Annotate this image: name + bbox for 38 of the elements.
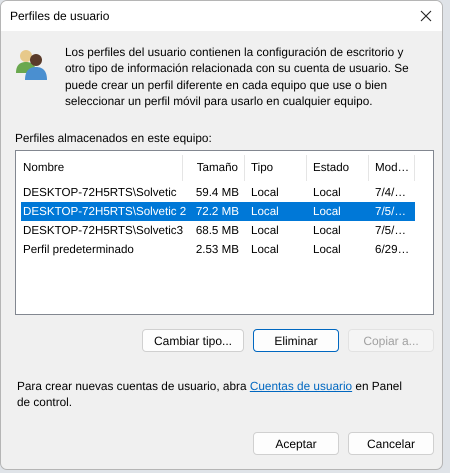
table-row[interactable]: Perfil predeterminado 2.53 MB Local Local 6/29… [21, 240, 415, 260]
column-header[interactable]: Mod… [369, 155, 415, 182]
table-cell-text: Local [312, 224, 342, 238]
table-cell-text: DESKTOP-72H5RTS\Solvetic3 [22, 224, 183, 238]
column-header[interactable]: Estado [307, 155, 369, 182]
table-cell-text: Local [312, 243, 342, 256]
table-row[interactable]: DESKTOP-72H5RTS\Solvetic3 68.5 MB Local Local 7/5/… [21, 221, 415, 240]
table-cell-text: 7/5/… [374, 205, 407, 218]
table-cell-text: Local [312, 186, 342, 200]
window-title: Perfiles de usuario [10, 9, 110, 23]
dialog-button[interactable]: Eliminar [253, 329, 339, 352]
dialog-button[interactable]: Cancelar [348, 432, 434, 456]
table-cell-text: 7/4/… [374, 186, 407, 200]
description-text: Los perfiles del usuario contienen la configuración de escritorio y otro tipo de información relacionada con su cuenta de usuario. Se puede crear un perfil diferente en cada equipo que use o bien seleccionar un perfil móvil para usarlo en cualquier equipo. [65, 44, 410, 110]
table-cell-text: Local [250, 186, 280, 200]
dialog-button[interactable]: Aceptar [253, 432, 339, 456]
table-cell-text: 68.5 MB [194, 224, 240, 238]
users-icon [15, 47, 49, 81]
list-label: Perfiles almacenados en este equipo: [15, 131, 213, 146]
column-header[interactable]: Nombre [21, 155, 183, 182]
column-header[interactable]: Tamaño [183, 155, 245, 182]
footer-text: Para crear nuevas cuentas de usuario, abra Cuentas de usuario en Panel de control. [17, 378, 403, 410]
table-cell-text: 59.4 MB [194, 186, 240, 200]
table-cell-text: DESKTOP-72H5RTS\Solvetic [22, 186, 178, 200]
column-header[interactable]: Tipo [245, 155, 307, 182]
table-cell-text: Local [250, 224, 280, 238]
table-cell-text: Local [250, 205, 280, 218]
dialog-button[interactable]: Cambiar tipo... [142, 329, 244, 352]
table-row[interactable]: DESKTOP-72H5RTS\Solvetic 59.4 MB Local Local 7/4/… [21, 183, 415, 202]
table-row[interactable]: DESKTOP-72H5RTS\Solvetic 2 72.2 MB Local Local 7/5/… [21, 202, 415, 222]
table-cell-text: 7/5/… [374, 224, 407, 238]
table-cell-text: 6/29… [374, 243, 410, 256]
table-cell-text: 2.53 MB [194, 243, 240, 256]
table-cell-text: Local [250, 243, 280, 256]
table-cell-text: Perfil predeterminado [22, 243, 135, 256]
close-icon[interactable] [420, 10, 432, 22]
control-panel-link[interactable]: Cuentas de usuario [250, 379, 352, 394]
table-cell-text: Local [312, 205, 342, 218]
